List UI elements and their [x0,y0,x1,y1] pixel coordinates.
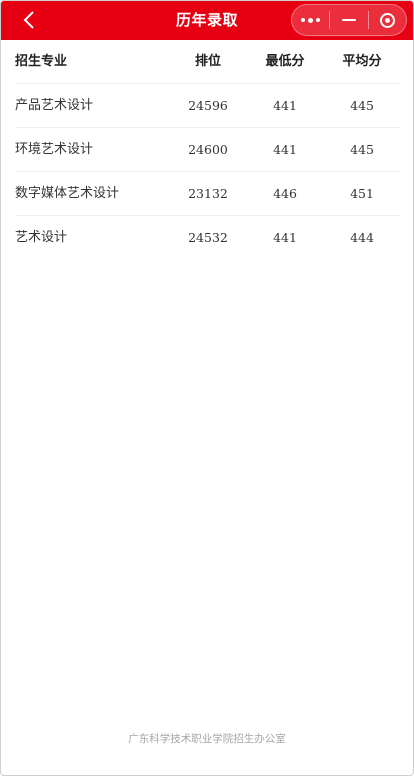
rank-value: 23132 [188,186,228,201]
header-min-score: 最低分 [265,54,305,69]
header-rank: 排位 [194,54,221,69]
min-score-value: 441 [273,230,297,245]
navigation-bar: 历年录取 [1,1,413,40]
more-button[interactable] [292,5,329,35]
table-header-row: 招生专业 排位 最低分 平均分 [15,40,401,84]
table-row: 数字媒体艺术设计 23132 446 451 [15,172,401,216]
more-dots-icon [301,17,321,23]
table-row: 产品艺术设计 24596 441 445 [15,84,401,128]
table-row: 环境艺术设计 24600 441 445 [15,128,401,172]
min-score-value: 441 [273,142,297,157]
min-score-value: 441 [273,98,297,113]
major-name: 产品艺术设计 [15,98,94,113]
major-name: 艺术设计 [15,230,68,245]
minimize-button[interactable] [330,5,367,35]
rank-value: 24532 [188,230,228,245]
rank-value: 24596 [188,98,228,113]
close-button[interactable] [369,5,406,35]
header-avg-score: 平均分 [342,54,382,69]
minus-icon [341,18,356,22]
header-major: 招生专业 [15,54,68,69]
major-name: 环境艺术设计 [15,142,94,157]
avg-score-value: 445 [350,98,374,113]
target-circle-icon [379,12,395,28]
footer-text: 广东科学技术职业学院招生办公室 [128,733,286,745]
rank-value: 24600 [188,142,228,157]
avg-score-value: 451 [350,186,374,201]
capsule-menu [291,4,407,36]
mini-program-window: 历年录取 招生专业 排位 最低分 平均分 产品艺术设计 24596 441 44… [0,0,414,776]
avg-score-value: 445 [350,142,374,157]
avg-score-value: 444 [350,230,374,245]
table-row: 艺术设计 24532 441 444 [15,216,401,259]
min-score-value: 446 [273,186,297,201]
major-name: 数字媒体艺术设计 [15,186,120,201]
admission-table: 招生专业 排位 最低分 平均分 产品艺术设计 24596 441 445 环境艺… [1,40,413,259]
